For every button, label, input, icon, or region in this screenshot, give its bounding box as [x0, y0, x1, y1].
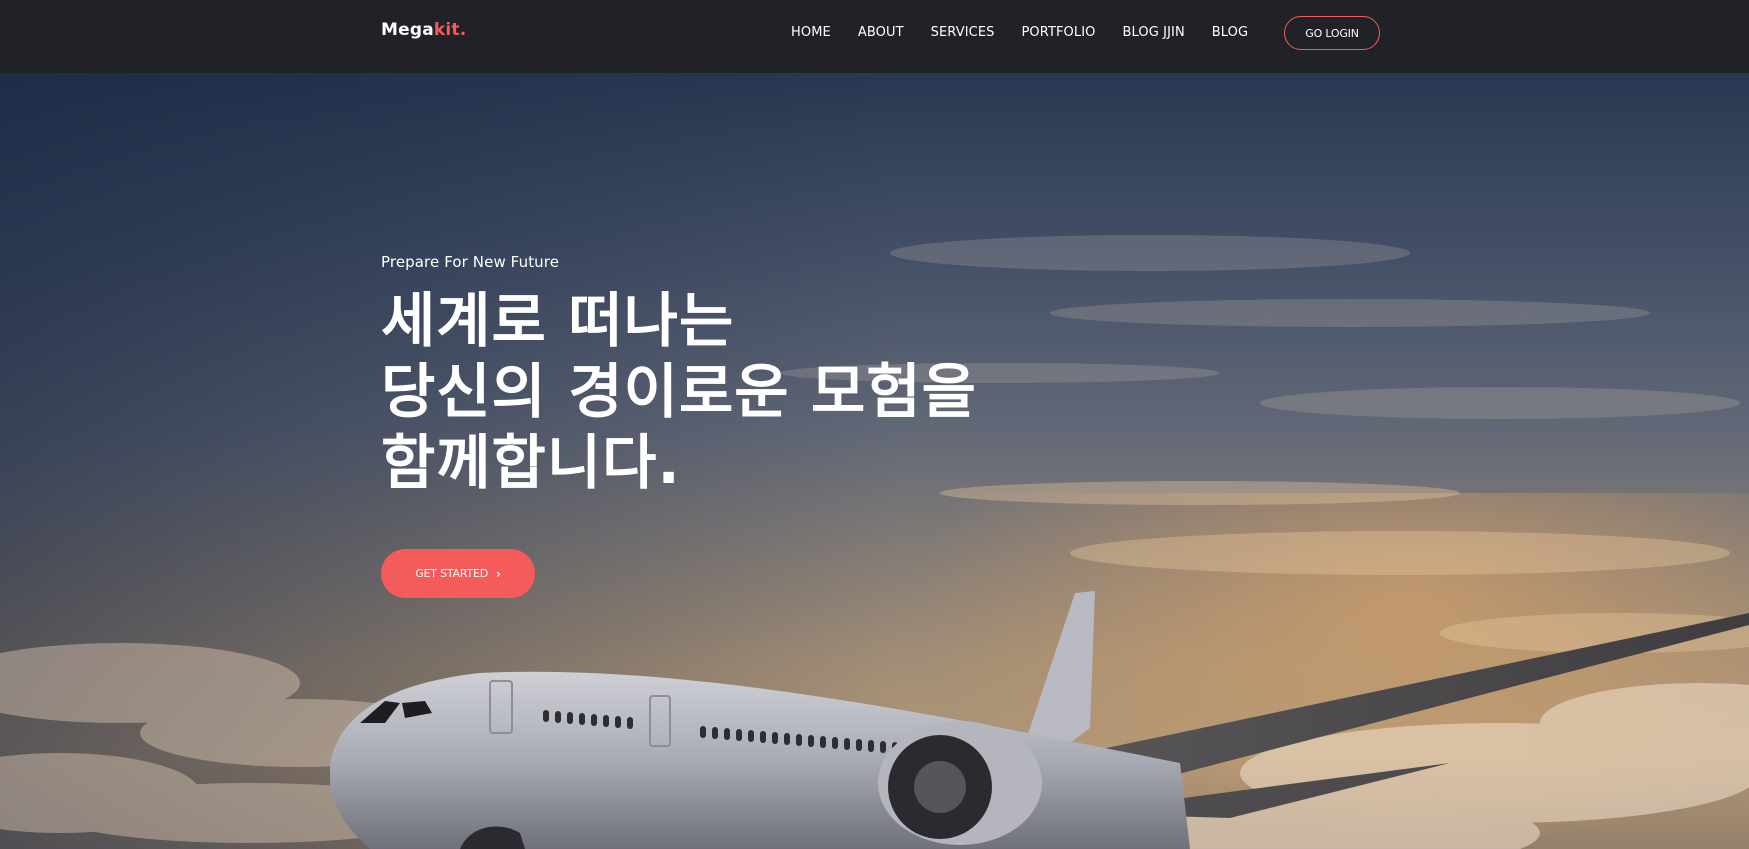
nav-item-blog-jjin[interactable]: BLOG JJIN: [1123, 25, 1185, 40]
nav-item-home[interactable]: HOME: [791, 25, 831, 40]
nav-item-about[interactable]: ABOUT: [858, 25, 904, 40]
hero-tagline: Prepare For New Future: [381, 253, 560, 271]
main-nav: HOME ABOUT SERVICES PORTFOLIO BLOG JJIN …: [791, 0, 1248, 65]
get-started-button[interactable]: GET STARTED ›: [381, 549, 535, 598]
headline-line-2: 당신의 경이로운 모험을: [381, 357, 977, 426]
airplane-image: [330, 591, 1749, 849]
chevron-right-icon: ›: [496, 566, 501, 581]
hero-headline: 세계로 떠나는 당신의 경이로운 모험을 함께합니다.: [381, 285, 977, 498]
hero-content: Prepare For New Future 세계로 떠나는 당신의 경이로운 …: [381, 253, 977, 498]
nav-item-portfolio[interactable]: PORTFOLIO: [1021, 25, 1095, 40]
get-started-label: GET STARTED: [415, 567, 489, 580]
headline-line-3: 함께합니다.: [381, 428, 681, 497]
brand-logo[interactable]: Megakit.: [381, 20, 466, 40]
top-navbar: Megakit. HOME ABOUT SERVICES PORTFOLIO B…: [0, 0, 1749, 73]
nav-item-blog[interactable]: BLOG: [1212, 25, 1248, 40]
go-login-button[interactable]: GO LOGIN: [1284, 16, 1380, 50]
nav-item-services[interactable]: SERVICES: [931, 25, 995, 40]
logo-main-text: Mega: [381, 20, 434, 40]
logo-accent-text: kit.: [433, 20, 467, 40]
headline-line-1: 세계로 떠나는: [381, 286, 735, 355]
